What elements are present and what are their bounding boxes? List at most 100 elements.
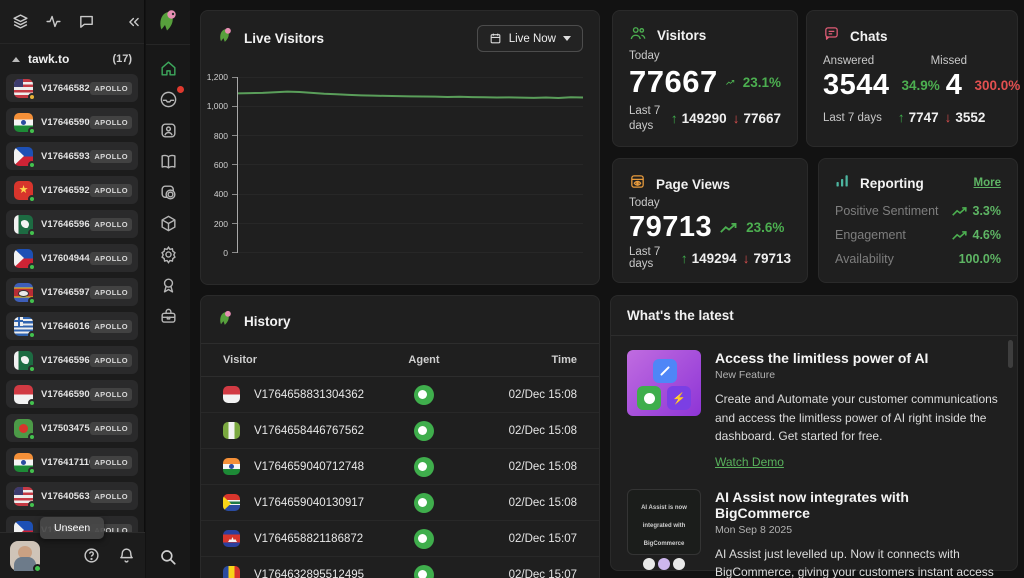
flag-greece-icon — [14, 317, 33, 336]
trend-up-icon — [726, 76, 735, 89]
visitor-id: V176465931... — [41, 151, 90, 162]
ai-feature-thumbnail: ⚡ — [627, 350, 701, 416]
visitor-id: V176405638... — [41, 491, 90, 502]
visitor-id: V176049447... — [41, 253, 90, 264]
y-axis-tick: 600 — [214, 160, 228, 170]
visitor-list-item[interactable]: V176465909... APOLLO — [6, 380, 138, 408]
collapse-sidebar-icon[interactable] — [127, 15, 141, 29]
visitor-list-item[interactable]: V176049447... APOLLO — [6, 244, 138, 272]
nav-administration-gear-icon[interactable] — [155, 245, 181, 263]
nav-toolbox-icon[interactable] — [155, 307, 181, 325]
history-row[interactable]: V1764658821186872 02/Dec 15:07 — [201, 521, 599, 557]
nav-apps-icon[interactable] — [155, 214, 181, 232]
watch-demo-link[interactable]: Watch Demo — [715, 455, 784, 469]
nav-chat-widget-icon[interactable] — [155, 183, 181, 201]
time-range-dropdown[interactable]: Live Now — [477, 25, 583, 52]
page-views-browser-eye-icon — [629, 173, 646, 195]
agent-avatar — [414, 385, 434, 405]
search-icon[interactable] — [146, 548, 190, 566]
agent-badge: APOLLO — [90, 286, 132, 299]
reporting-metric-value: 4.6% — [973, 228, 1002, 242]
scrollbar-thumb[interactable] — [1008, 340, 1013, 368]
visitor-list-item[interactable]: V176465969... APOLLO — [6, 346, 138, 374]
integration-diagram — [632, 558, 696, 570]
flag-bangladesh-icon — [14, 419, 33, 438]
chat-time: 02/Dec 15:07 — [479, 533, 599, 545]
flag-philippines-icon — [14, 147, 33, 166]
answered-value: 3544 — [823, 69, 890, 102]
chat-app-icon — [637, 386, 661, 410]
column-visitor: Visitor — [201, 354, 369, 366]
visitor-list-item[interactable]: V176465929... APOLLO — [6, 176, 138, 204]
last7-up-value: 149290 — [682, 111, 727, 126]
last7-label: Last 7 days — [823, 112, 882, 124]
visitor-id: V176460160... — [41, 321, 90, 332]
up-arrow-icon: ↑ — [681, 251, 688, 266]
agent-badge: APOLLO — [90, 490, 132, 503]
chats-bubble-icon — [823, 25, 840, 47]
chevron-down-icon — [563, 36, 571, 41]
flag-us-icon — [14, 487, 33, 506]
activity-pulse-icon[interactable] — [45, 13, 62, 30]
reporting-bar-chart-icon — [835, 173, 850, 193]
visitor-list-item[interactable]: V176465965... APOLLO — [6, 210, 138, 238]
agent-badge: APOLLO — [90, 252, 132, 265]
history-row[interactable]: V1764632895512495 02/Dec 15:07 — [201, 557, 599, 578]
collapse-group-icon — [12, 57, 20, 62]
news-item: AI Assist is now integrated with BigComm… — [611, 475, 1017, 578]
answered-trend: 34.9% — [902, 78, 940, 93]
history-row[interactable]: V1764658446767562 02/Dec 15:08 — [201, 413, 599, 449]
up-arrow-icon: ↑ — [898, 110, 905, 125]
agent-badge: APOLLO — [90, 422, 132, 435]
visitor-list-item[interactable]: V176417110... APOLLO — [6, 448, 138, 476]
nav-knowledge-base-icon[interactable] — [155, 152, 181, 170]
property-name: tawk.to — [28, 52, 69, 66]
agent-badge: APOLLO — [90, 388, 132, 401]
visitors-trend: 23.1% — [743, 75, 781, 90]
visitor-list-item[interactable]: V176460160... APOLLO — [6, 312, 138, 340]
live-visitors-panel: Live Visitors Live Now 1,200 1,000 800 6… — [200, 10, 600, 285]
card-title: Chats — [850, 29, 888, 44]
history-row[interactable]: V1764658831304362 02/Dec 15:08 — [201, 377, 599, 413]
parrot-icon — [217, 310, 234, 333]
card-title: Reporting — [860, 176, 924, 191]
nav-achievements-medal-icon[interactable] — [155, 276, 181, 294]
news-title: AI Assist now integrates with BigCommerc… — [715, 489, 999, 521]
last7-down-value: 3552 — [955, 110, 985, 125]
y-axis-tick: 1,000 — [207, 101, 228, 111]
last7-label: Last 7 days — [629, 246, 669, 270]
reporting-more-link[interactable]: More — [974, 177, 1001, 189]
monitoring-stack-icon[interactable] — [12, 13, 29, 30]
news-body: AI Assist just levelled up. Now it conne… — [715, 545, 999, 578]
nav-contacts-icon[interactable] — [155, 121, 181, 139]
nav-home-icon[interactable] — [155, 59, 181, 77]
visitor-list-item[interactable]: V176465972... APOLLO — [6, 278, 138, 306]
last7-up-value: 7747 — [909, 110, 939, 125]
tawkto-parrot-logo-icon[interactable] — [146, 0, 190, 45]
user-avatar[interactable] — [10, 541, 40, 571]
reporting-metric-label: Availability — [835, 252, 894, 266]
flag-cambodia-icon — [223, 530, 240, 547]
property-group-header[interactable]: tawk.to (17) — [0, 46, 144, 72]
last7-up-value: 149294 — [692, 251, 737, 266]
y-axis-tick: 200 — [214, 219, 228, 229]
visitor-list-item[interactable]: V176465902... APOLLO — [6, 108, 138, 136]
visitor-id: V176465965... — [41, 219, 90, 230]
visitor-list-item[interactable]: V176465931... APOLLO — [6, 142, 138, 170]
trend-up-icon — [952, 230, 968, 241]
visitor-list-item[interactable]: V175034754... APOLLO — [6, 414, 138, 442]
visitor-id: V1764659040712748 — [254, 461, 364, 473]
help-icon[interactable] — [83, 547, 100, 564]
missed-trend: 300.0% — [974, 78, 1020, 93]
nav-inbox-icon[interactable] — [155, 90, 181, 108]
chat-time: 02/Dec 15:08 — [479, 389, 599, 401]
visitor-list-item[interactable]: V176405638... APOLLO — [6, 482, 138, 510]
chats-bubble-icon[interactable] — [78, 13, 95, 30]
visitors-today-value: 77667 — [629, 64, 718, 100]
history-row[interactable]: V1764659040130917 02/Dec 15:08 — [201, 485, 599, 521]
history-row[interactable]: V1764659040712748 02/Dec 15:08 — [201, 449, 599, 485]
visitor-list-item[interactable]: V176465827... APOLLO — [6, 74, 138, 102]
history-panel: History Visitor Agent Time V176465883130… — [200, 295, 600, 578]
y-axis-tick: 400 — [214, 189, 228, 199]
notifications-bell-icon[interactable] — [118, 547, 135, 564]
